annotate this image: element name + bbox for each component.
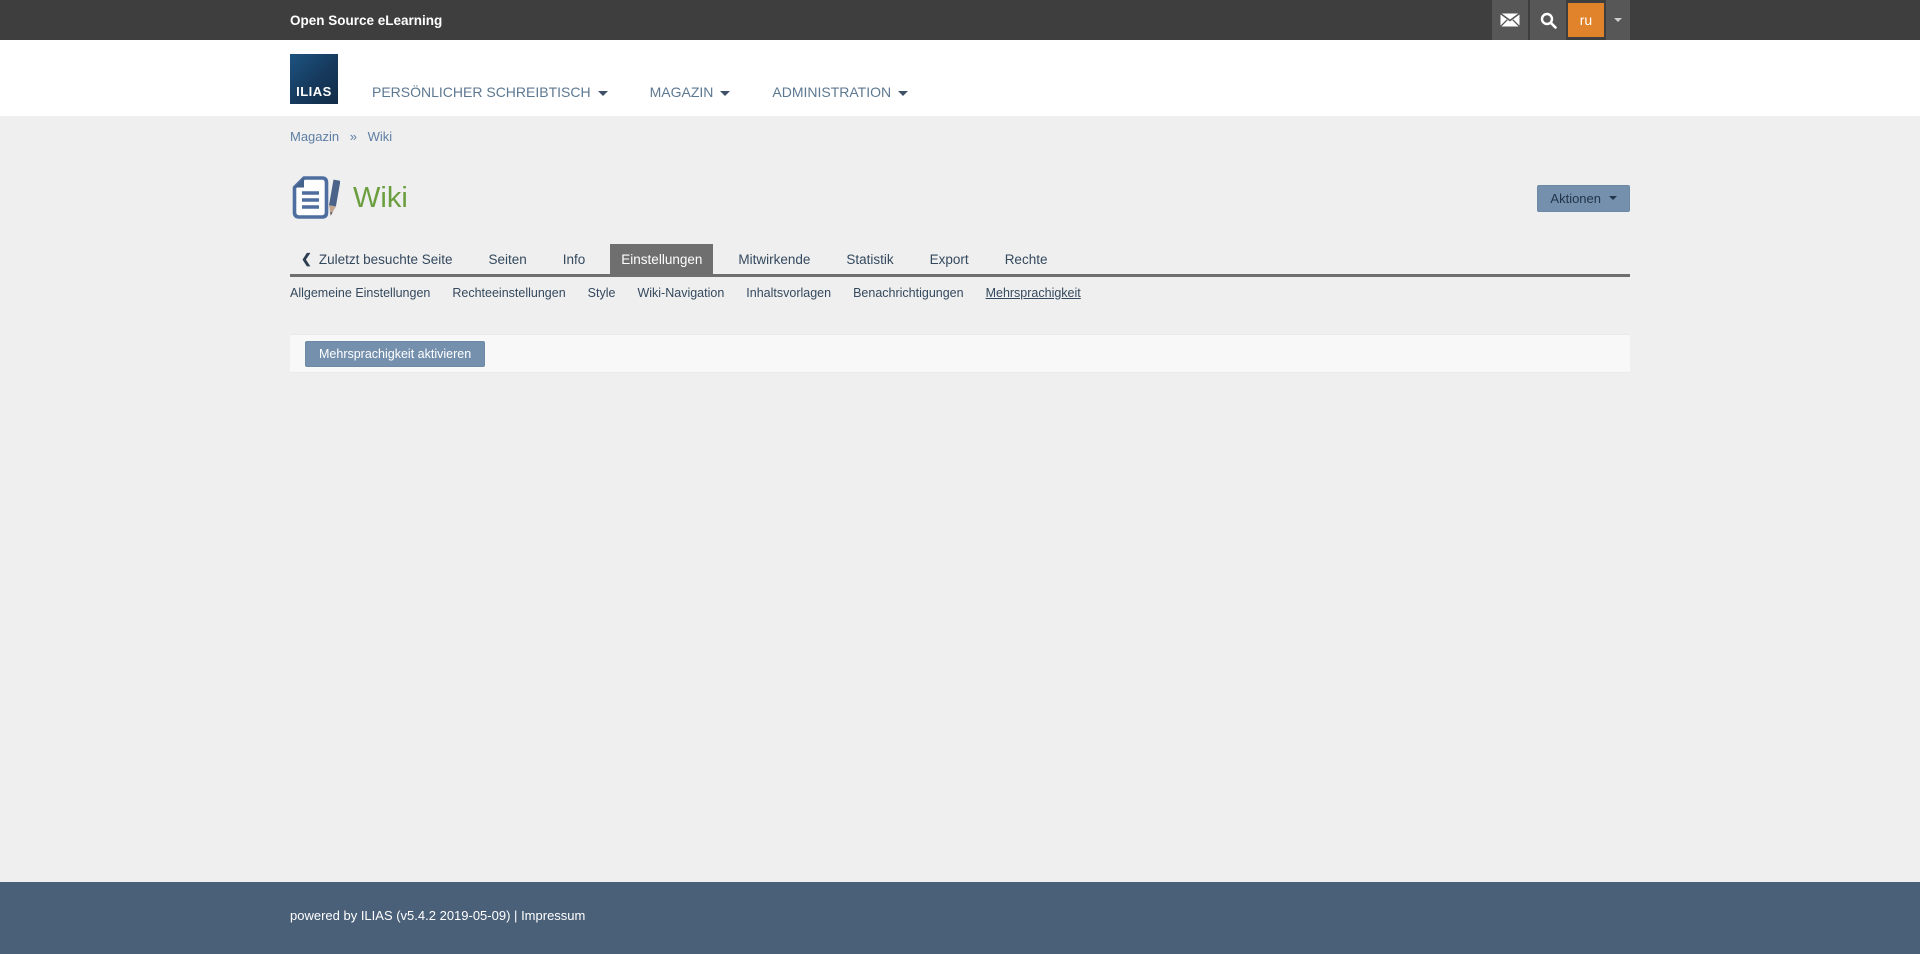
app-title: Open Source eLearning <box>290 13 442 28</box>
chevron-down-icon <box>720 91 730 96</box>
search-icon <box>1540 12 1557 29</box>
search-button[interactable] <box>1530 0 1566 40</box>
tab-mitwirkende[interactable]: Mitwirkende <box>727 244 821 274</box>
subtab-wiki-navigation[interactable]: Wiki-Navigation <box>637 286 724 300</box>
chevron-left-icon: ❮ <box>301 251 312 267</box>
subtab-mehrsprachigkeit[interactable]: Mehrsprachigkeit <box>986 286 1081 300</box>
subtab-rechteeinstellungen[interactable]: Rechteeinstellungen <box>452 286 565 300</box>
main-content: Magazin » Wiki <box>0 116 1920 882</box>
chevron-down-icon <box>1614 18 1622 22</box>
tab-info[interactable]: Info <box>552 244 597 274</box>
subtab-allgemeine-einstellungen[interactable]: Allgemeine Einstellungen <box>290 286 430 300</box>
header: ILIAS PERSÖNLICHER SCHREIBTISCH MAGAZIN … <box>0 40 1920 116</box>
ilias-logo[interactable]: ILIAS <box>290 54 338 104</box>
title-bar: Wiki Aktionen <box>290 175 1630 221</box>
main-navigation: PERSÖNLICHER SCHREIBTISCH MAGAZIN ADMINI… <box>372 84 908 100</box>
subtab-bar: Allgemeine Einstellungen Rechteeinstellu… <box>290 286 1630 300</box>
tab-einstellungen[interactable]: Einstellungen <box>610 244 713 274</box>
user-menu-button[interactable] <box>1606 0 1630 40</box>
tab-seiten[interactable]: Seiten <box>477 244 537 274</box>
logo-text: ILIAS <box>296 84 332 104</box>
subtab-benachrichtigungen[interactable]: Benachrichtigungen <box>853 286 964 300</box>
breadcrumb-link-wiki[interactable]: Wiki <box>368 129 393 144</box>
tab-statistik[interactable]: Statistik <box>835 244 904 274</box>
footer-powered-by: powered by ILIAS (v5.4.2 2019-05-09) <box>290 908 510 923</box>
topbar: Open Source eLearning <box>0 0 1920 40</box>
breadcrumb: Magazin » Wiki <box>290 116 1630 144</box>
nav-magazin[interactable]: MAGAZIN <box>650 84 731 100</box>
topbar-actions: ru <box>1492 0 1630 40</box>
footer: powered by ILIAS (v5.4.2 2019-05-09) | I… <box>0 882 1920 954</box>
tab-bar: ❮ Zuletzt besuchte Seite Seiten Info Ein… <box>290 244 1630 277</box>
content-toolbar: Mehrsprachigkeit aktivieren <box>290 334 1630 373</box>
aktionen-button[interactable]: Aktionen <box>1537 185 1630 212</box>
tab-rechte[interactable]: Rechte <box>994 244 1059 274</box>
nav-persoenlicher-schreibtisch[interactable]: PERSÖNLICHER SCHREIBTISCH <box>372 84 608 100</box>
breadcrumb-link-magazin[interactable]: Magazin <box>290 129 339 144</box>
breadcrumb-separator: » <box>350 129 357 144</box>
mail-button[interactable] <box>1492 0 1528 40</box>
impressum-link[interactable]: Impressum <box>521 908 585 923</box>
nav-administration[interactable]: ADMINISTRATION <box>772 84 908 100</box>
tab-zuletzt-besuchte-seite[interactable]: ❮ Zuletzt besuchte Seite <box>290 244 463 274</box>
page-title: Wiki <box>353 182 408 215</box>
mehrsprachigkeit-aktivieren-button[interactable]: Mehrsprachigkeit aktivieren <box>305 341 485 367</box>
chevron-down-icon <box>1609 196 1617 200</box>
user-avatar[interactable]: ru <box>1568 3 1604 37</box>
subtab-inhaltsvorlagen[interactable]: Inhaltsvorlagen <box>746 286 831 300</box>
subtab-style[interactable]: Style <box>588 286 616 300</box>
footer-separator: | <box>514 908 521 923</box>
chevron-down-icon <box>898 91 908 96</box>
chevron-down-icon <box>598 91 608 96</box>
tab-export[interactable]: Export <box>919 244 980 274</box>
wiki-document-pencil-icon <box>290 175 340 221</box>
mail-icon <box>1500 13 1520 27</box>
